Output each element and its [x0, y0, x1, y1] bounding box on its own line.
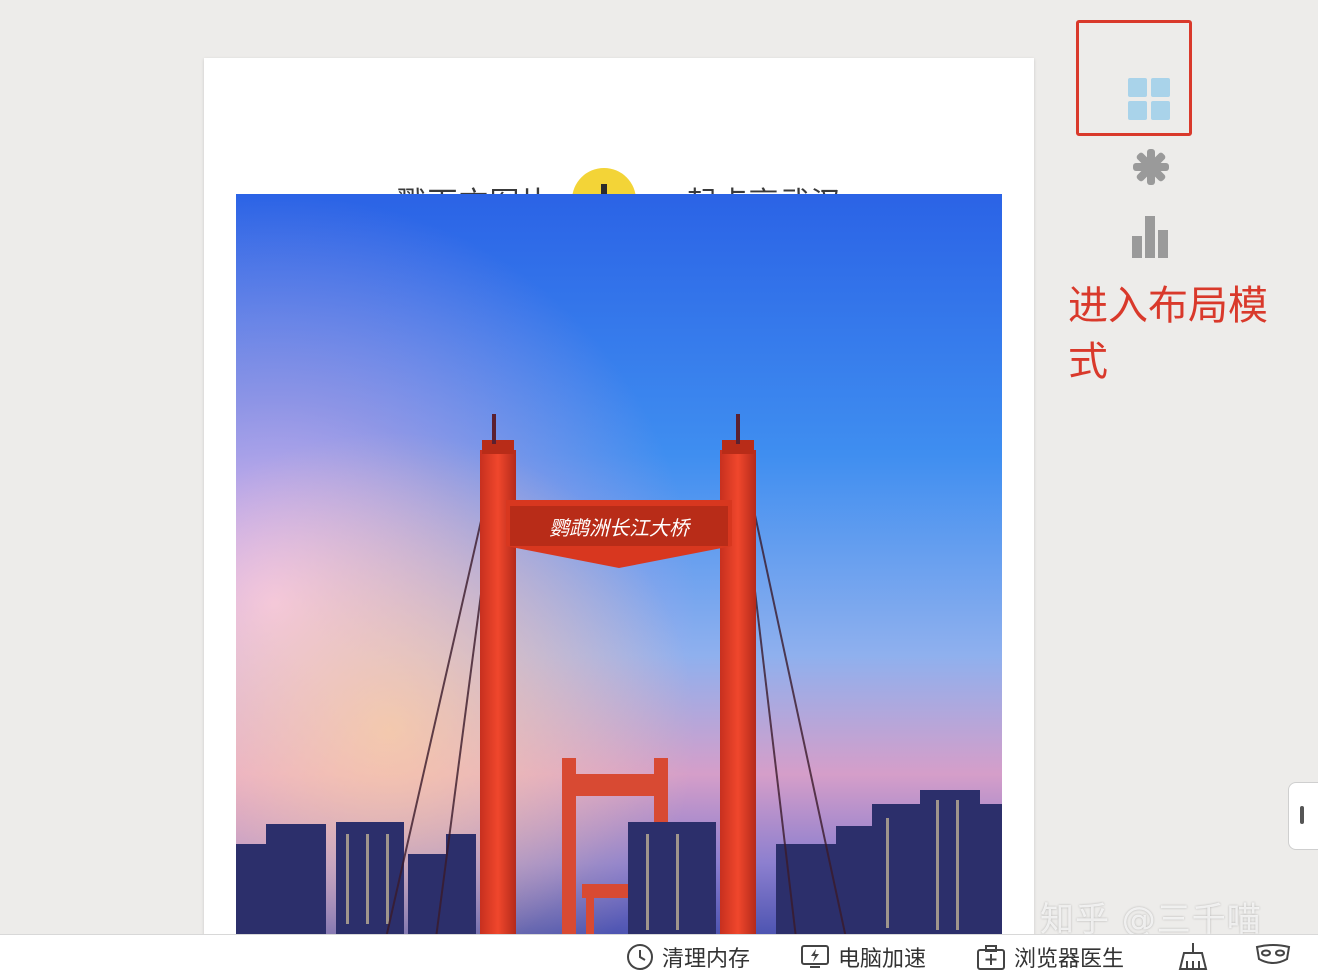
- browser-doctor-label: 浏览器医生: [1014, 947, 1125, 972]
- pc-boost-button[interactable]: 电脑加速: [800, 941, 926, 973]
- annotation-text: 进入布局模式: [1068, 283, 1268, 385]
- bridge-sign-text: 鹦鹉洲长江大桥: [549, 516, 692, 540]
- bar-chart-icon[interactable]: [1132, 216, 1172, 262]
- clean-memory-label: 清理内存: [662, 947, 751, 972]
- browser-doctor-button[interactable]: 浏览器医生: [976, 941, 1124, 973]
- broom-icon: [1178, 943, 1208, 970]
- broom-button[interactable]: [1176, 941, 1218, 971]
- medical-kit-icon: [977, 945, 1005, 970]
- mask-icon: [1255, 944, 1291, 964]
- bridge-photo[interactable]: 鹦鹉洲长江大桥: [236, 194, 1002, 938]
- lightning-monitor-icon: [801, 945, 829, 968]
- mask-button[interactable]: [1254, 941, 1300, 969]
- pc-boost-label: 电脑加速: [838, 947, 927, 972]
- clock-icon: [627, 944, 653, 970]
- status-bar: 清理内存 电脑加速 浏览器医生: [0, 934, 1318, 974]
- layout-grid-icon[interactable]: [1128, 78, 1170, 124]
- gear-icon[interactable]: [1132, 148, 1170, 190]
- clean-memory-button[interactable]: 清理内存: [626, 941, 750, 973]
- side-scroll-tab[interactable]: [1288, 782, 1318, 850]
